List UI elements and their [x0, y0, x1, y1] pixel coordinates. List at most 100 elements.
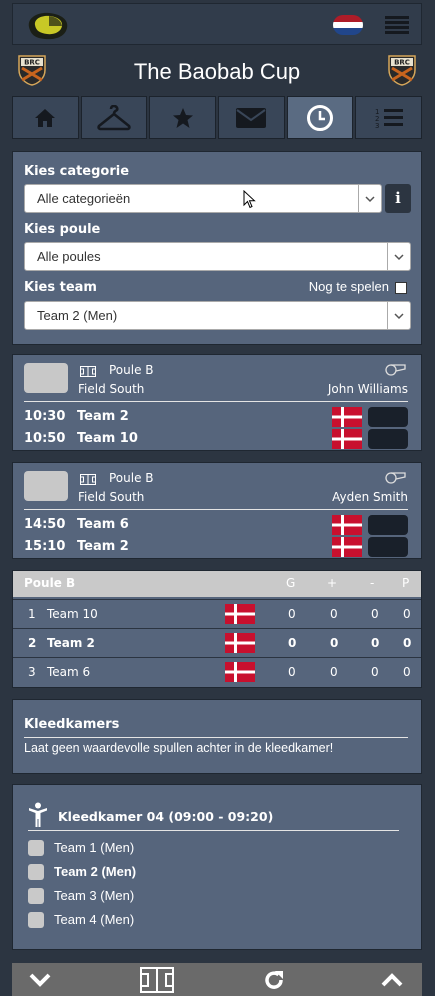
filter-panel: Kies categorie Alle categorieën i Kies p…	[12, 151, 422, 345]
team-label: Team 4 (Men)	[54, 912, 135, 927]
checkbox[interactable]	[28, 840, 44, 856]
match-field: Field South	[78, 382, 145, 396]
goals-for: 0	[330, 607, 338, 621]
match-card[interactable]: Poule B Field South John Williams 10:30 …	[12, 354, 422, 451]
whistle-icon	[385, 472, 406, 484]
checkbox[interactable]	[28, 912, 44, 928]
svg-text:3: 3	[375, 122, 379, 130]
whistle-icon	[385, 364, 406, 376]
team-select[interactable]: Team 2 (Men)	[24, 301, 411, 330]
header: BRC The Baobab Cup BRC	[12, 48, 422, 94]
checkbox[interactable]	[28, 864, 44, 880]
table-row[interactable]: 1 Team 10 0 0 0 0	[13, 599, 421, 629]
tab-kleedkamers[interactable]	[80, 96, 148, 139]
flag-dk-icon	[332, 429, 362, 449]
column-header: G	[286, 576, 296, 590]
score-box	[368, 407, 408, 427]
game-row: 10:50 Team 10	[24, 429, 408, 449]
svg-text:BRC: BRC	[394, 59, 410, 67]
app-logo-icon[interactable]	[25, 11, 69, 41]
locker-room-title: Kleedkamer 04 (09:00 - 09:20)	[58, 809, 274, 824]
chevron-down-icon	[358, 185, 381, 212]
info-button[interactable]: i	[385, 184, 411, 213]
score-box	[368, 429, 408, 449]
flag-dk-icon	[332, 407, 362, 427]
menu-icon[interactable]	[385, 16, 409, 36]
tab-messages[interactable]	[218, 96, 285, 139]
field-thumbnail	[24, 471, 68, 501]
category-value: Alle categorieën	[37, 191, 131, 206]
unplayed-toggle[interactable]: Nog te spelen	[309, 279, 407, 294]
poule-value: Alle poules	[37, 249, 101, 264]
unplayed-checkbox[interactable]	[395, 281, 407, 294]
goals-against: 0	[371, 607, 379, 621]
games-played: 0	[288, 607, 296, 621]
divider	[24, 509, 408, 510]
points: 0	[403, 607, 411, 621]
checkbox[interactable]	[28, 888, 44, 904]
refresh-icon[interactable]	[263, 969, 285, 991]
divider	[24, 737, 408, 738]
goals-against: 0	[371, 636, 380, 650]
flag-dk-icon	[332, 515, 362, 535]
bottom-toolbar	[12, 963, 422, 996]
tab-home[interactable]	[12, 96, 79, 139]
notice-text: Laat geen waardevolle spullen achter in …	[24, 741, 334, 755]
game-time: 10:30	[24, 409, 66, 424]
rank: 1	[28, 607, 36, 621]
match-poule: Poule B	[109, 471, 154, 485]
match-poule: Poule B	[109, 363, 154, 377]
poule-select[interactable]: Alle poules	[24, 242, 411, 271]
standings-header: Poule B G + - P	[13, 571, 421, 597]
page-title: The Baobab Cup	[133, 59, 301, 84]
field-thumbnail	[24, 363, 68, 393]
score-box	[368, 515, 408, 535]
match-card[interactable]: Poule B Field South Ayden Smith 14:50 Te…	[12, 462, 422, 559]
flag-dk-icon	[225, 633, 255, 653]
team-label: Team 3 (Men)	[54, 888, 135, 903]
games-played: 0	[288, 636, 297, 650]
team-value: Team 2 (Men)	[37, 308, 118, 323]
game-time: 10:50	[24, 431, 66, 446]
game-team: Team 2	[77, 409, 129, 424]
clock-icon	[307, 104, 334, 131]
star-icon	[172, 107, 193, 128]
flag-dk-icon	[225, 604, 255, 624]
tab-favorites[interactable]	[149, 96, 217, 139]
match-referee: Ayden Smith	[332, 490, 408, 504]
chevron-up-icon[interactable]	[381, 972, 403, 987]
column-header: +	[327, 576, 338, 590]
team-name: Team 10	[47, 607, 98, 621]
language-flag-nl-icon[interactable]	[333, 15, 363, 35]
game-team: Team 10	[77, 431, 138, 446]
table-row[interactable]: 2 Team 2 0 0 0 0	[13, 628, 421, 658]
match-field: Field South	[78, 490, 145, 504]
numbered-list-icon: 123	[375, 108, 403, 130]
top-bar	[12, 3, 422, 45]
rank: 2	[28, 636, 37, 650]
divider	[28, 830, 399, 831]
divider	[24, 401, 408, 402]
standings-table: Poule B G + - P 1 Team 10 0 0 0 0 2 Team…	[12, 570, 422, 688]
notice-title: Kleedkamers	[24, 717, 120, 732]
tab-schedule[interactable]	[286, 96, 354, 139]
game-team: Team 6	[77, 517, 129, 532]
notice-card: Kleedkamers Laat geen waardevolle spulle…	[12, 699, 422, 774]
category-label: Kies categorie	[24, 164, 130, 179]
game-row: 14:50 Team 6	[24, 515, 408, 535]
points: 0	[403, 636, 412, 650]
table-row[interactable]: 3 Team 6 0 0 0 0	[13, 657, 421, 687]
person-icon	[29, 802, 47, 827]
team-name: Team 2	[47, 636, 95, 650]
category-select[interactable]: Alle categorieën	[24, 184, 382, 213]
chevron-down-icon	[387, 302, 410, 329]
tab-standings[interactable]: 123	[355, 96, 423, 139]
poule-label: Kies poule	[24, 222, 101, 237]
team-name: Team 6	[47, 665, 91, 679]
unplayed-label: Nog te spelen	[308, 279, 389, 294]
pitch-icon	[80, 366, 96, 377]
chevron-down-icon[interactable]	[29, 973, 51, 987]
locker-room-card: Kleedkamer 04 (09:00 - 09:20) Team 1 (Me…	[12, 784, 422, 950]
pitch-icon[interactable]	[140, 966, 174, 993]
flag-dk-icon	[332, 537, 362, 557]
